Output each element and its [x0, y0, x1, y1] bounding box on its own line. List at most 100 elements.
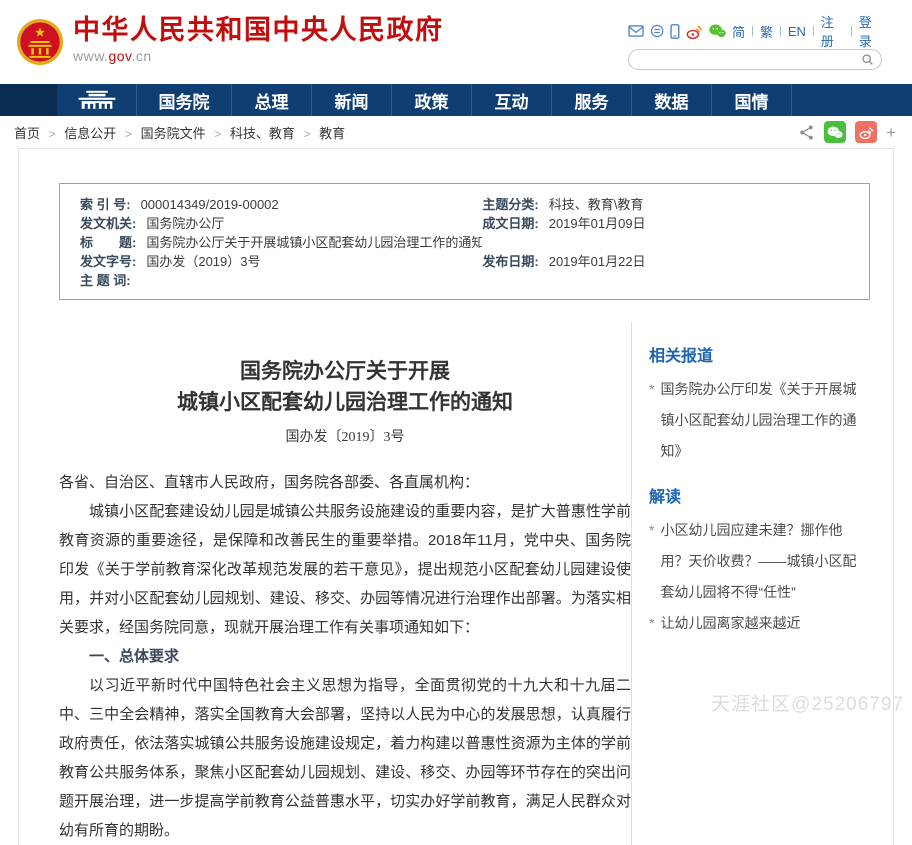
register-link[interactable]: 注册: [821, 12, 844, 50]
nav-item-state-council[interactable]: 国务院: [137, 84, 232, 116]
url-gov: gov: [108, 48, 131, 64]
meta-row-doc-number: 发文字号: 国办发（2019）3号: [80, 252, 482, 271]
meta-column-left: 索 引 号: 000014349/2019-00002 发文机关: 国务院办公厅 标…: [80, 195, 482, 290]
weibo-icon: [859, 126, 874, 139]
site-url[interactable]: www.gov.cn: [73, 48, 444, 64]
breadcrumb-home[interactable]: 首页: [14, 126, 40, 141]
document-number: 国办发〔2019〕3号: [59, 426, 631, 446]
sidebar: 相关报道 *国务院办公厅印发《关于开展城镇小区配套幼儿园治理工作的通知》 解读 …: [632, 322, 893, 845]
main-nav: 国务院 总理 新闻 政策 互动 服务 数据 国情: [0, 84, 912, 116]
lang-english-link[interactable]: EN: [788, 24, 806, 39]
breadcrumb-info-disclosure[interactable]: 信息公开: [64, 126, 116, 141]
nav-fill: [792, 84, 912, 116]
document-title: 国务院办公厅关于开展城镇小区配套幼儿园治理工作的通知: [59, 356, 631, 418]
meta-value: 科技、教育\教育: [549, 197, 644, 212]
related-link[interactable]: 国务院办公厅印发《关于开展城镇小区配套幼儿园治理工作的通知》: [660, 374, 867, 467]
breadcrumb-state-council-docs[interactable]: 国务院文件: [141, 126, 206, 141]
list-item: *小区幼儿园应建未建？挪作他用？天价收费？——城镇小区配套幼儿园将不得“任性”: [649, 515, 867, 608]
list-item: *国务院办公厅印发《关于开展城镇小区配套幼儿园治理工作的通知》: [649, 374, 867, 467]
link-separator: |: [850, 25, 853, 37]
search-icon[interactable]: [861, 53, 874, 66]
meta-value: 2019年01月09日: [549, 216, 646, 231]
article-paragraph-intro: 城镇小区配套建设幼儿园是城镇公共服务设施建设的重要内容，是扩大普惠性学前教育资源…: [59, 497, 631, 642]
meta-row-spacer: [482, 233, 869, 252]
meta-value: 国务院办公厅关于开展城镇小区配套幼儿园治理工作的通知: [146, 235, 482, 250]
header-right: 简 | 繁 | EN | 注册 | 登录: [628, 21, 882, 70]
meta-value: 国务院办公厅: [146, 216, 224, 231]
meta-row-topic-category: 主题分类: 科技、教育\教育: [482, 195, 869, 214]
meta-row-title: 标 题:国务院办公厅关于开展城镇小区配套幼儿园治理工作的通知: [80, 233, 482, 252]
share-tools: +: [798, 121, 896, 143]
meta-label: 发布日期:: [482, 252, 538, 271]
comment-icon[interactable]: [650, 23, 664, 39]
breadcrumb-separator: >: [125, 127, 132, 141]
list-item: *让幼儿园离家越来越近: [649, 608, 867, 639]
breadcrumb-separator: >: [214, 127, 221, 141]
nav-left-spacer: [0, 84, 57, 116]
nav-item-services[interactable]: 服务: [552, 84, 632, 116]
meta-row-issuing-agency: 发文机关: 国务院办公厅: [80, 214, 482, 233]
mobile-icon[interactable]: [670, 23, 680, 40]
bullet-star: *: [649, 515, 654, 546]
site-title: 中华人民共和国中央人民政府: [73, 14, 444, 46]
share-icon[interactable]: [798, 124, 815, 141]
nav-item-national[interactable]: 国情: [712, 84, 792, 116]
meta-row-index-number: 索 引 号: 000014349/2019-00002: [80, 195, 482, 214]
meta-label: 发文机关:: [80, 214, 136, 233]
breadcrumb-education[interactable]: 教育: [319, 126, 345, 141]
bullet-star: *: [649, 374, 654, 405]
meta-label: 索 引 号:: [80, 195, 131, 214]
wechat-icon[interactable]: [709, 23, 726, 39]
article-section-heading: 一、总体要求: [59, 642, 631, 671]
meta-row-date-written: 成文日期: 2019年01月09日: [482, 214, 869, 233]
breadcrumb: 首页 > 信息公开 > 国务院文件 > 科技、教育 > 教育: [14, 123, 345, 142]
content-box: 索 引 号: 000014349/2019-00002 发文机关: 国务院办公厅 标…: [18, 148, 894, 845]
reading-link[interactable]: 让幼儿园离家越来越近: [660, 608, 800, 639]
link-separator: |: [751, 25, 754, 37]
nav-home-button[interactable]: [57, 84, 137, 116]
nav-item-premier[interactable]: 总理: [232, 84, 312, 116]
bullet-star: *: [649, 608, 654, 639]
lang-traditional-link[interactable]: 繁: [760, 22, 773, 41]
article-paragraph-salutation: 各省、自治区、直辖市人民政府，国务院各部委、各直属机构：: [59, 468, 631, 497]
link-separator: |: [779, 25, 782, 37]
meta-value: 国办发（2019）3号: [146, 254, 260, 269]
sidebar-reading-title: 解读: [649, 483, 867, 507]
share-weibo-button[interactable]: [855, 121, 877, 143]
brand[interactable]: 中华人民共和国中央人民政府 www.gov.cn: [16, 14, 444, 66]
breadcrumb-row: 首页 > 信息公开 > 国务院文件 > 科技、教育 > 教育: [0, 116, 912, 148]
meta-label: 发文字号:: [80, 252, 136, 271]
url-www: www.: [73, 48, 108, 64]
breadcrumb-sci-tech-edu[interactable]: 科技、教育: [230, 126, 295, 141]
wechat-icon: [827, 126, 843, 139]
meta-label: 成文日期:: [482, 214, 538, 233]
document-title-line1: 国务院办公厅关于开展: [240, 359, 450, 383]
quick-links-row: 简 | 繁 | EN | 注册 | 登录: [628, 21, 882, 41]
nav-item-news[interactable]: 新闻: [312, 84, 392, 116]
nav-item-data[interactable]: 数据: [632, 84, 712, 116]
content-columns: 国务院办公厅关于开展城镇小区配套幼儿园治理工作的通知 国办发〔2019〕3号 各…: [19, 322, 893, 845]
document-meta-table: 索 引 号: 000014349/2019-00002 发文机关: 国务院办公厅 标…: [59, 183, 870, 300]
sidebar-related-title: 相关报道: [649, 342, 867, 366]
meta-column-right: 主题分类: 科技、教育\教育 成文日期: 2019年01月09日 发布日期: 2019…: [482, 195, 869, 290]
search-box[interactable]: [628, 49, 882, 70]
meta-value: 000014349/2019-00002: [141, 197, 279, 212]
link-separator: |: [812, 25, 815, 37]
lang-simplified-link[interactable]: 简: [732, 22, 745, 41]
share-more-button[interactable]: +: [886, 124, 896, 141]
meta-label: 主题分类:: [482, 195, 538, 214]
breadcrumb-separator: >: [49, 127, 56, 141]
share-wechat-button[interactable]: [824, 121, 846, 143]
meta-row-keywords: 主 题 词:: [80, 271, 482, 290]
search-input[interactable]: [636, 52, 861, 68]
login-link[interactable]: 登录: [859, 12, 882, 50]
meta-label: 主 题 词:: [80, 271, 131, 290]
url-cn: .cn: [132, 48, 152, 64]
mail-icon[interactable]: [628, 24, 644, 38]
nav-item-interact[interactable]: 互动: [472, 84, 552, 116]
document-article: 国务院办公厅关于开展城镇小区配套幼儿园治理工作的通知 国办发〔2019〕3号 各…: [19, 322, 631, 845]
reading-list: *小区幼儿园应建未建？挪作他用？天价收费？——城镇小区配套幼儿园将不得“任性” …: [649, 515, 867, 639]
nav-item-policies[interactable]: 政策: [392, 84, 472, 116]
weibo-icon[interactable]: [686, 23, 703, 40]
reading-link[interactable]: 小区幼儿园应建未建？挪作他用？天价收费？——城镇小区配套幼儿园将不得“任性”: [660, 515, 867, 608]
